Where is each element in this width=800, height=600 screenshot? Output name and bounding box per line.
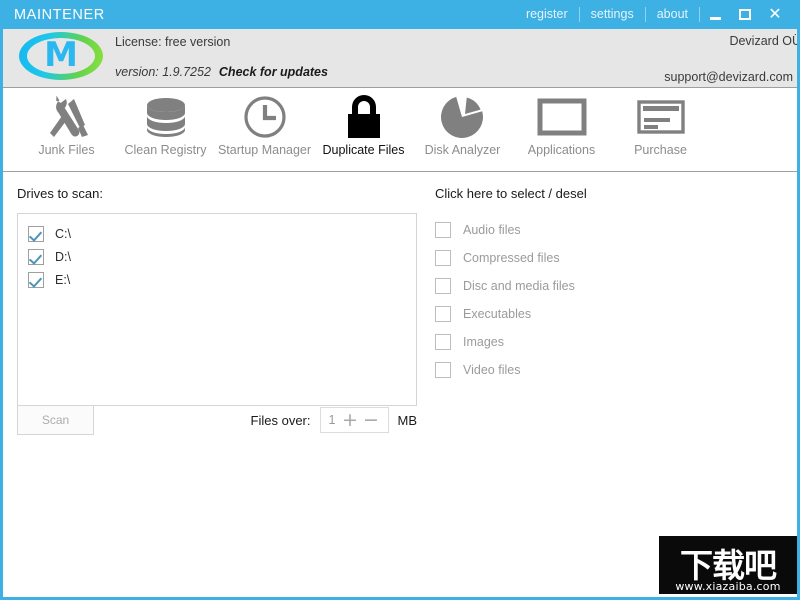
files-over-control: Files over: 1 + − MB [251,407,417,433]
watermark: 下载吧 www.xiazaiba.com [659,536,797,594]
check-for-updates-link[interactable]: Check for updates [219,65,328,79]
drive-checkbox[interactable] [28,249,44,265]
toolbar-label: Disk Analyzer [424,143,501,157]
drive-checkbox[interactable] [28,226,44,242]
logo-letter: M [44,35,78,75]
minimize-button[interactable] [700,0,730,29]
main-toolbar: Junk Files Clean Registry Startup Manage… [3,89,797,172]
files-over-label: Files over: [250,412,311,428]
filetype-label: Images [463,335,504,349]
toolbar-label: Junk Files [38,143,95,157]
file-size-stepper[interactable]: 1 + − [319,407,389,433]
scan-controls: Scan Files over: 1 + − MB [17,405,417,435]
increment-button[interactable]: + [341,410,360,430]
toolbar-label: Applications [527,143,596,157]
list-item[interactable]: Executables [435,300,735,328]
filetype-checkbox[interactable] [435,306,451,322]
drive-label: E:\ [55,273,71,287]
minimize-icon [709,16,721,20]
content-area: Drives to scan: C:\ D:\ E:\ Click here t… [3,173,797,597]
list-item[interactable]: Video files [435,356,735,384]
drive-checkbox[interactable] [28,272,44,288]
database-icon [142,89,190,141]
filetypes-list: Audio files Compressed files Disc and me… [435,216,735,384]
toolbar-item-startup-manager[interactable]: Startup Manager [215,89,314,172]
close-icon: ✕ [768,5,782,23]
app-logo: M [19,32,103,80]
filetypes-panel: Click here to select / deselect all Audi… [435,186,735,384]
list-item[interactable]: D:\ [28,246,416,268]
toolbar-label: Purchase [634,143,687,157]
filetype-label: Audio files [463,223,521,237]
drives-label: Drives to scan: [17,186,103,201]
maximize-icon [739,9,751,20]
version-text: version: 1.9.7252 [115,65,211,79]
title-bar: MAINTENER register settings about ✕ [3,0,797,29]
filetype-label: Executables [463,307,532,321]
scan-button[interactable]: Scan [17,405,94,435]
toolbar-item-junk-files[interactable]: Junk Files [17,89,116,172]
unit-label: MB [397,412,418,428]
filetype-checkbox[interactable] [435,362,451,378]
list-item[interactable]: Audio files [435,216,735,244]
toolbar-label: Startup Manager [217,143,312,157]
application-window: MAINTENER register settings about ✕ M Li… [0,0,800,600]
tools-icon [44,89,90,141]
list-item[interactable]: Images [435,328,735,356]
list-item[interactable]: Disc and media files [435,272,735,300]
register-link[interactable]: register [515,0,579,29]
version-row: version: 1.9.7252 Check for updates [115,65,328,79]
watermark-url: www.xiazaiba.com [675,580,781,593]
toolbar-item-duplicate-files[interactable]: Duplicate Files [314,89,413,172]
toolbar-item-clean-registry[interactable]: Clean Registry [116,89,215,172]
filetype-label: Video files [463,363,521,377]
drives-panel: Drives to scan: C:\ D:\ E:\ [17,186,417,406]
pie-chart-icon [440,89,486,141]
title-bar-actions: register settings about ✕ [515,0,797,29]
filetype-label: Compressed files [463,251,560,265]
settings-link[interactable]: settings [580,0,645,29]
watermark-text: 下载吧 [680,546,777,585]
filetype-checkbox[interactable] [435,334,451,350]
drive-label: D:\ [55,250,71,264]
list-item[interactable]: E:\ [28,269,416,291]
license-text: License: free version [115,35,231,49]
credit-card-icon [636,89,686,141]
toolbar-label: Duplicate Files [322,143,405,157]
select-deselect-all-link[interactable]: Click here to select / deselect all [435,186,587,201]
filetype-checkbox[interactable] [435,222,451,238]
file-size-value[interactable]: 1 [326,413,339,427]
list-item[interactable]: Compressed files [435,244,735,272]
toolbar-item-purchase[interactable]: Purchase [611,89,710,172]
drives-list[interactable]: C:\ D:\ E:\ [17,213,417,406]
about-link[interactable]: about [646,0,699,29]
toolbar-item-applications[interactable]: Applications [512,89,611,172]
company-name: Devizard OÜ [729,34,800,48]
filetype-checkbox[interactable] [435,278,451,294]
close-button[interactable]: ✕ [760,0,790,29]
lock-icon [342,89,386,141]
toolbar-item-disk-analyzer[interactable]: Disk Analyzer [413,89,512,172]
support-email-link[interactable]: support@devizard.com [664,70,793,84]
clock-icon [242,89,288,141]
list-item[interactable]: C:\ [28,223,416,245]
filetype-checkbox[interactable] [435,250,451,266]
app-title: MAINTENER [14,6,105,23]
drive-label: C:\ [55,227,71,241]
decrement-button[interactable]: − [362,410,381,430]
maximize-button[interactable] [730,0,760,29]
toolbar-label: Clean Registry [124,143,207,157]
window-icon [537,89,587,141]
filetype-label: Disc and media files [463,279,575,293]
